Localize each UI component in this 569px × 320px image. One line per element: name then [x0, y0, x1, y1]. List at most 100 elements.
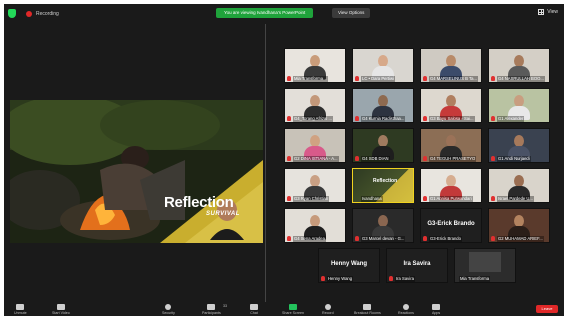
muted-mic-icon [355, 76, 359, 81]
participant-name: LC • Dara Pertiwi [361, 76, 395, 82]
participant-name: G4 NASRULLAH BOO... [497, 76, 545, 82]
start-video-label: Start Video [52, 311, 70, 315]
chat-label: Chat [250, 311, 258, 315]
participant-name: G1 Andi Nurjaedi [497, 156, 531, 162]
record-icon [324, 304, 331, 310]
chat-button[interactable]: Chat [250, 304, 258, 315]
muted-mic-icon [355, 116, 359, 121]
participant-name: G3 Marcel devan - G... [361, 236, 406, 242]
leave-button[interactable]: Leave [536, 305, 558, 313]
view-options-button[interactable]: View Options [332, 8, 371, 18]
unmute-button[interactable]: Unmute [14, 304, 27, 315]
participant-tile[interactable]: G4 Kurnia Radisthaa... [352, 88, 414, 123]
breakout-rooms-icon [363, 304, 372, 310]
breakout-rooms-button[interactable]: Breakout Rooms [354, 304, 381, 315]
participant-name: G3 Bayu Salosa - Sai... [429, 116, 475, 122]
split-divider[interactable] [265, 24, 266, 302]
participant-tile[interactable]: G3 Marcel devan - G... [352, 208, 414, 243]
unmute-label: Unmute [14, 311, 27, 315]
participant-name: Israel Pardede U... [497, 196, 534, 202]
participant-name: G3-Erick Brando [429, 236, 462, 242]
participant-tile[interactable]: LC • Dara Pertiwi [352, 48, 414, 83]
share-screen-icon [288, 304, 297, 310]
participant-tile[interactable]: G1 Annisa Purwandari [420, 168, 482, 203]
participant-tile[interactable]: Mia Transforma... [284, 48, 346, 83]
participant-tile[interactable]: G4 TEGUH PRASETYO [420, 128, 482, 163]
participant-tile[interactable]: G2 MUHAMAD ARIEF... [488, 208, 550, 243]
security-label: Security [162, 311, 175, 315]
meeting-toolbar: Unmute Start Video Security Participants… [4, 302, 564, 316]
shared-screen: Reflection SURVIVAL [10, 100, 263, 243]
participant-name: G4 Kurnia Radisthaa... [361, 116, 406, 122]
active-speaker-tile[interactable]: Reflection Ivandhana [352, 168, 414, 203]
shield-icon [165, 304, 172, 310]
record-label: Record [322, 311, 334, 315]
muted-mic-icon [491, 236, 495, 241]
participant-tile[interactable]: G4_Torang Afrizal ... [284, 88, 346, 123]
participant-tile[interactable]: G4 MARSELINUS B Ta... [420, 48, 482, 83]
recording-label[interactable]: Recording [36, 11, 59, 17]
muted-mic-icon [355, 156, 359, 161]
shield-icon[interactable] [8, 9, 16, 18]
participant-tile[interactable]: Israel Pardede U... [488, 168, 550, 203]
participant-display-name: Henny Wang [330, 261, 368, 267]
participant-tile[interactable]: G4 Sena Aradea [284, 208, 346, 243]
chat-icon [250, 304, 258, 310]
people-icon [207, 304, 216, 310]
share-screen-button[interactable]: Share Screen [282, 304, 304, 315]
participant-tile[interactable]: G4 SDB DIAN [352, 128, 414, 163]
participants-button[interactable]: Participants [202, 304, 221, 315]
reactions-button[interactable]: Reactions [398, 304, 414, 315]
slide-title: Reflection [164, 194, 234, 211]
muted-mic-icon [491, 76, 495, 81]
participant-name: G4 MARSELINUS B Ta... [429, 76, 478, 82]
participant-tile[interactable]: G4 NASRULLAH BOO... [488, 48, 550, 83]
participant-name: G4 TEGUH PRASETYO [429, 156, 477, 162]
muted-mic-icon [355, 236, 359, 241]
participant-name: Henny Wang [327, 276, 354, 282]
slide-subtitle: SURVIVAL [206, 211, 240, 217]
top-left-status: Recording [8, 9, 59, 18]
muted-mic-icon [287, 156, 291, 161]
participant-name: G2 DINA ISTIANA - A... [293, 156, 339, 162]
participants-label: Participants [202, 311, 221, 315]
top-bar: Recording You are viewing Ivandhana's Po… [4, 4, 564, 24]
participant-name: Mia Transforma [459, 276, 491, 282]
muted-mic-icon [287, 76, 291, 81]
participant-name: Ivandhana [361, 196, 383, 202]
smiley-icon [402, 304, 409, 310]
security-button[interactable]: Security [162, 304, 175, 315]
participant-name: G3 Ryan Christian [293, 196, 330, 202]
participant-tile[interactable]: G3 Bayu Salosa - Sai... [420, 88, 482, 123]
muted-mic-icon [321, 276, 325, 281]
view-button[interactable]: View [538, 9, 558, 15]
apps-button[interactable]: Apps [432, 304, 440, 315]
record-button[interactable]: Record [322, 304, 334, 315]
participant-tile[interactable]: Mia Transforma [454, 248, 516, 283]
muted-mic-icon [491, 196, 495, 201]
participant-name: G4_Torang Afrizal ... [293, 116, 333, 122]
video-off-icon [56, 304, 65, 310]
breakout-rooms-label: Breakout Rooms [354, 311, 381, 315]
participants-count: 33 [223, 304, 227, 308]
apps-label: Apps [432, 311, 441, 315]
muted-mic-icon [389, 276, 393, 281]
participant-tile[interactable]: G1 Alexander [488, 88, 550, 123]
muted-mic-icon [423, 196, 427, 201]
participant-tile[interactable]: G3-Erick Brando G3-Erick Brando [420, 208, 482, 243]
participant-tile[interactable]: G1 Andi Nurjaedi [488, 128, 550, 163]
participant-tile[interactable]: Ira Savira Ira Savira [386, 248, 448, 283]
participant-tile[interactable]: Henny Wang Henny Wang [318, 248, 380, 283]
participant-tile[interactable]: G2 DINA ISTIANA - A... [284, 128, 346, 163]
share-screen-label: Share Screen [282, 311, 304, 315]
participant-tile[interactable]: G3 Ryan Christian [284, 168, 346, 203]
participant-name: G4 SDB DIAN [361, 156, 390, 162]
view-label: View [547, 9, 558, 15]
start-video-button[interactable]: Start Video [52, 304, 70, 315]
muted-mic-icon [287, 196, 291, 201]
participant-name: Ira Savira [395, 276, 415, 282]
participant-name: G1 Annisa Purwandari [429, 196, 473, 202]
muted-mic-icon [423, 156, 427, 161]
zoom-window: Recording You are viewing Ivandhana's Po… [4, 4, 564, 316]
participant-display-name: Ira Savira [403, 261, 431, 267]
